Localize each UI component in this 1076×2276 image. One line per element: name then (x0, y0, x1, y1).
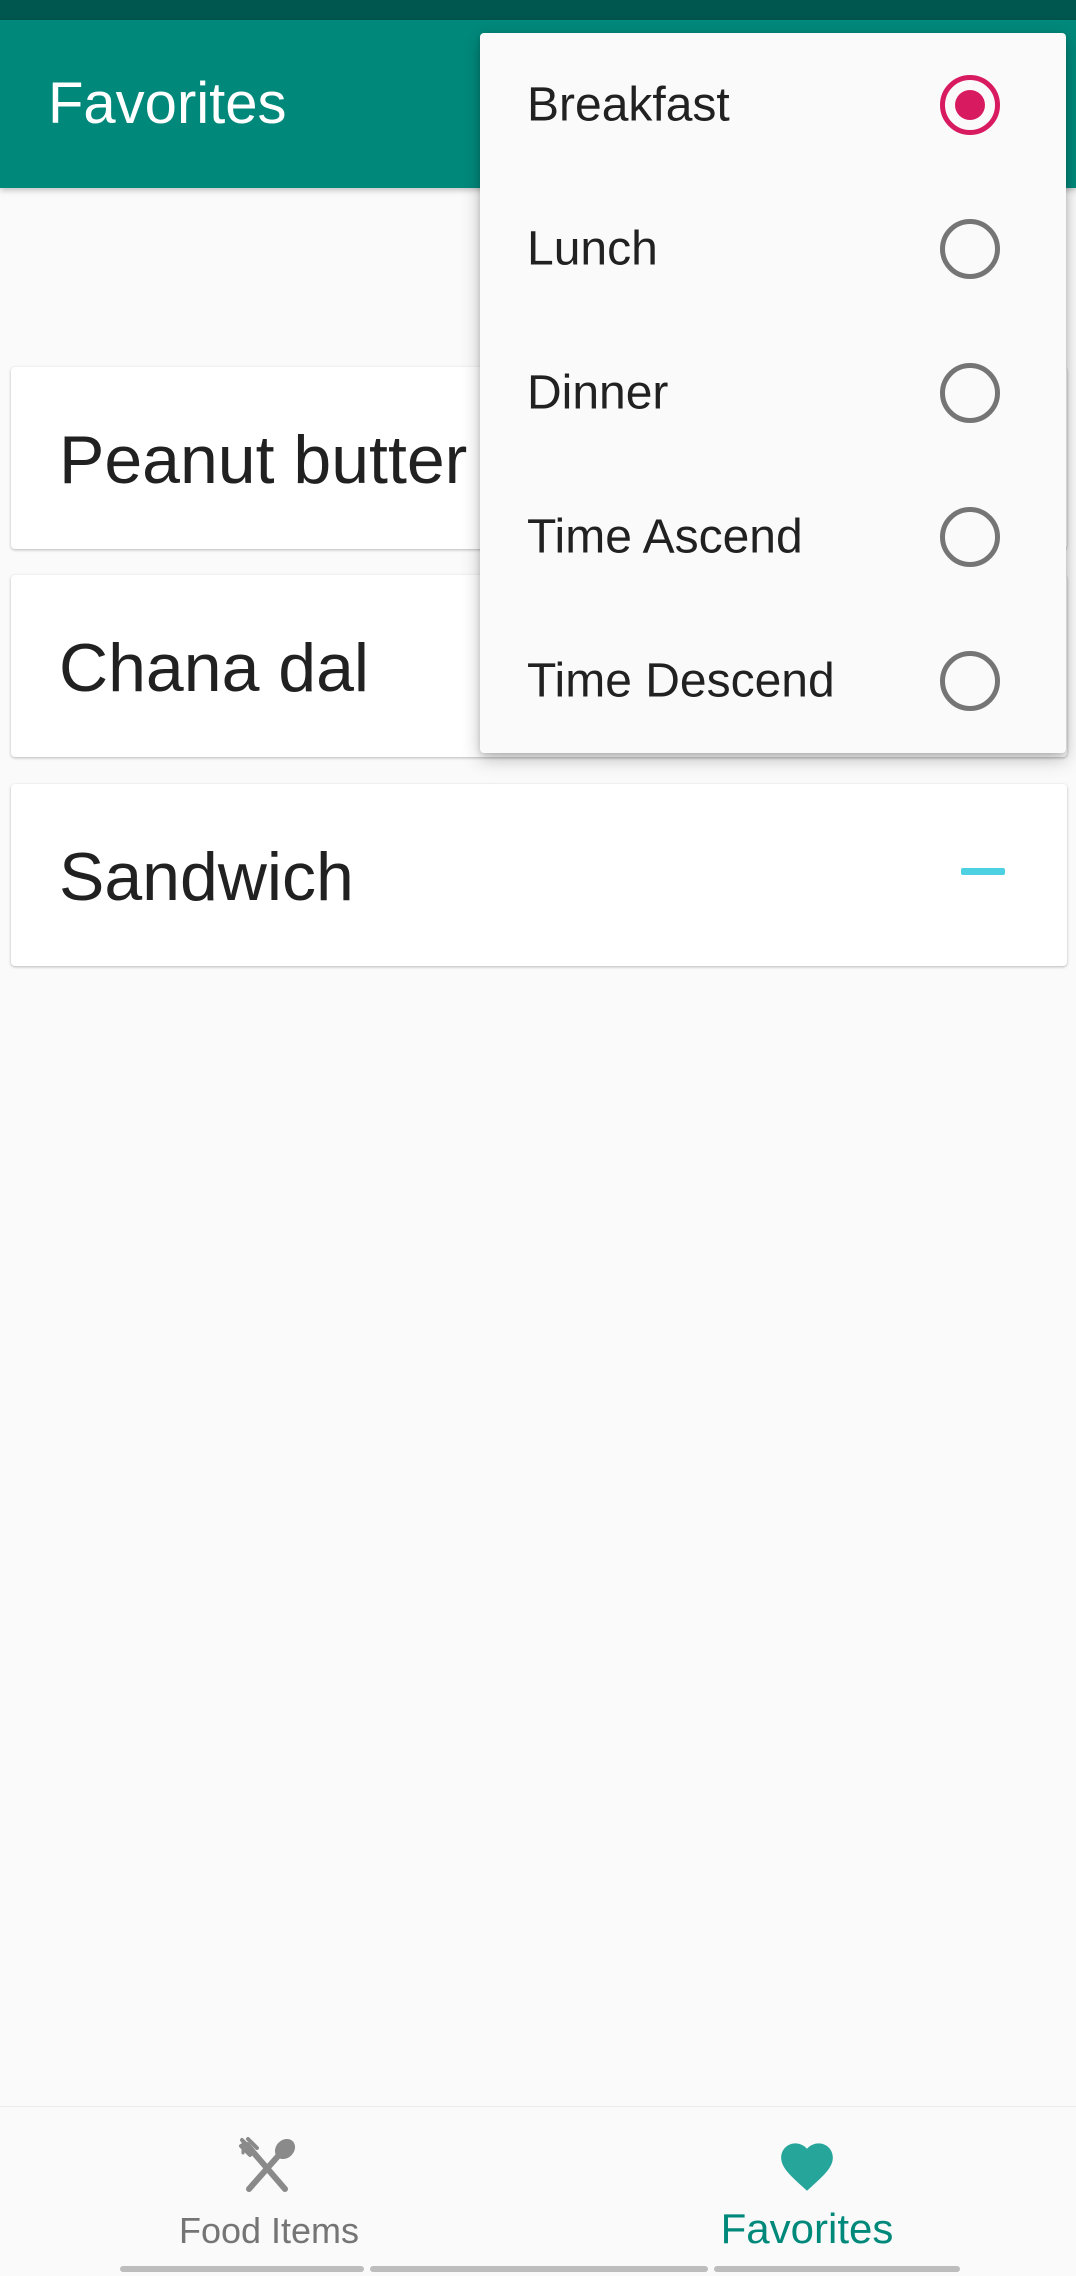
menu-item-breakfast[interactable]: Breakfast (480, 33, 1066, 177)
radio-unchecked-icon[interactable] (940, 219, 1000, 279)
status-bar (0, 0, 1076, 20)
menu-item-label: Dinner (527, 366, 669, 420)
food-name: Sandwich (59, 839, 354, 915)
nav-label: Food Items (178, 2210, 360, 2251)
gesture-bar (714, 2266, 960, 2272)
menu-item-label: Time Ascend (527, 510, 803, 564)
radio-checked-icon[interactable] (940, 75, 1000, 135)
menu-item-label: Time Descend (527, 654, 835, 708)
nav-label: Favorites (720, 2205, 894, 2252)
nav-item-favorites[interactable]: Favorites (538, 2107, 1076, 2276)
menu-item-lunch[interactable]: Lunch (480, 177, 1066, 321)
gesture-bar (370, 2266, 708, 2272)
radio-unchecked-icon[interactable] (940, 507, 1000, 567)
food-name: Chana dal (59, 630, 370, 706)
list-item[interactable]: Sandwich (11, 784, 1067, 966)
menu-item-dinner[interactable]: Dinner (480, 321, 1066, 465)
menu-item-label: Lunch (527, 222, 658, 276)
remove-icon[interactable] (961, 868, 1005, 875)
menu-item-time-ascend[interactable]: Time Ascend (480, 465, 1066, 609)
food-name: Peanut butter (59, 422, 468, 498)
heart-icon (776, 2135, 838, 2198)
radio-unchecked-icon[interactable] (940, 651, 1000, 711)
fork-spoon-icon (239, 2137, 299, 2202)
sort-menu: Breakfast Lunch Dinner Time Ascend Time … (480, 33, 1066, 753)
menu-item-time-descend[interactable]: Time Descend (480, 609, 1066, 753)
page-title: Favorites (48, 71, 287, 136)
radio-unchecked-icon[interactable] (940, 363, 1000, 423)
menu-item-label: Breakfast (527, 78, 730, 132)
nav-item-food-items[interactable]: Food Items (0, 2107, 538, 2276)
bottom-navigation: Food Items Favorites (0, 2106, 1076, 2276)
gesture-bar (120, 2266, 364, 2272)
